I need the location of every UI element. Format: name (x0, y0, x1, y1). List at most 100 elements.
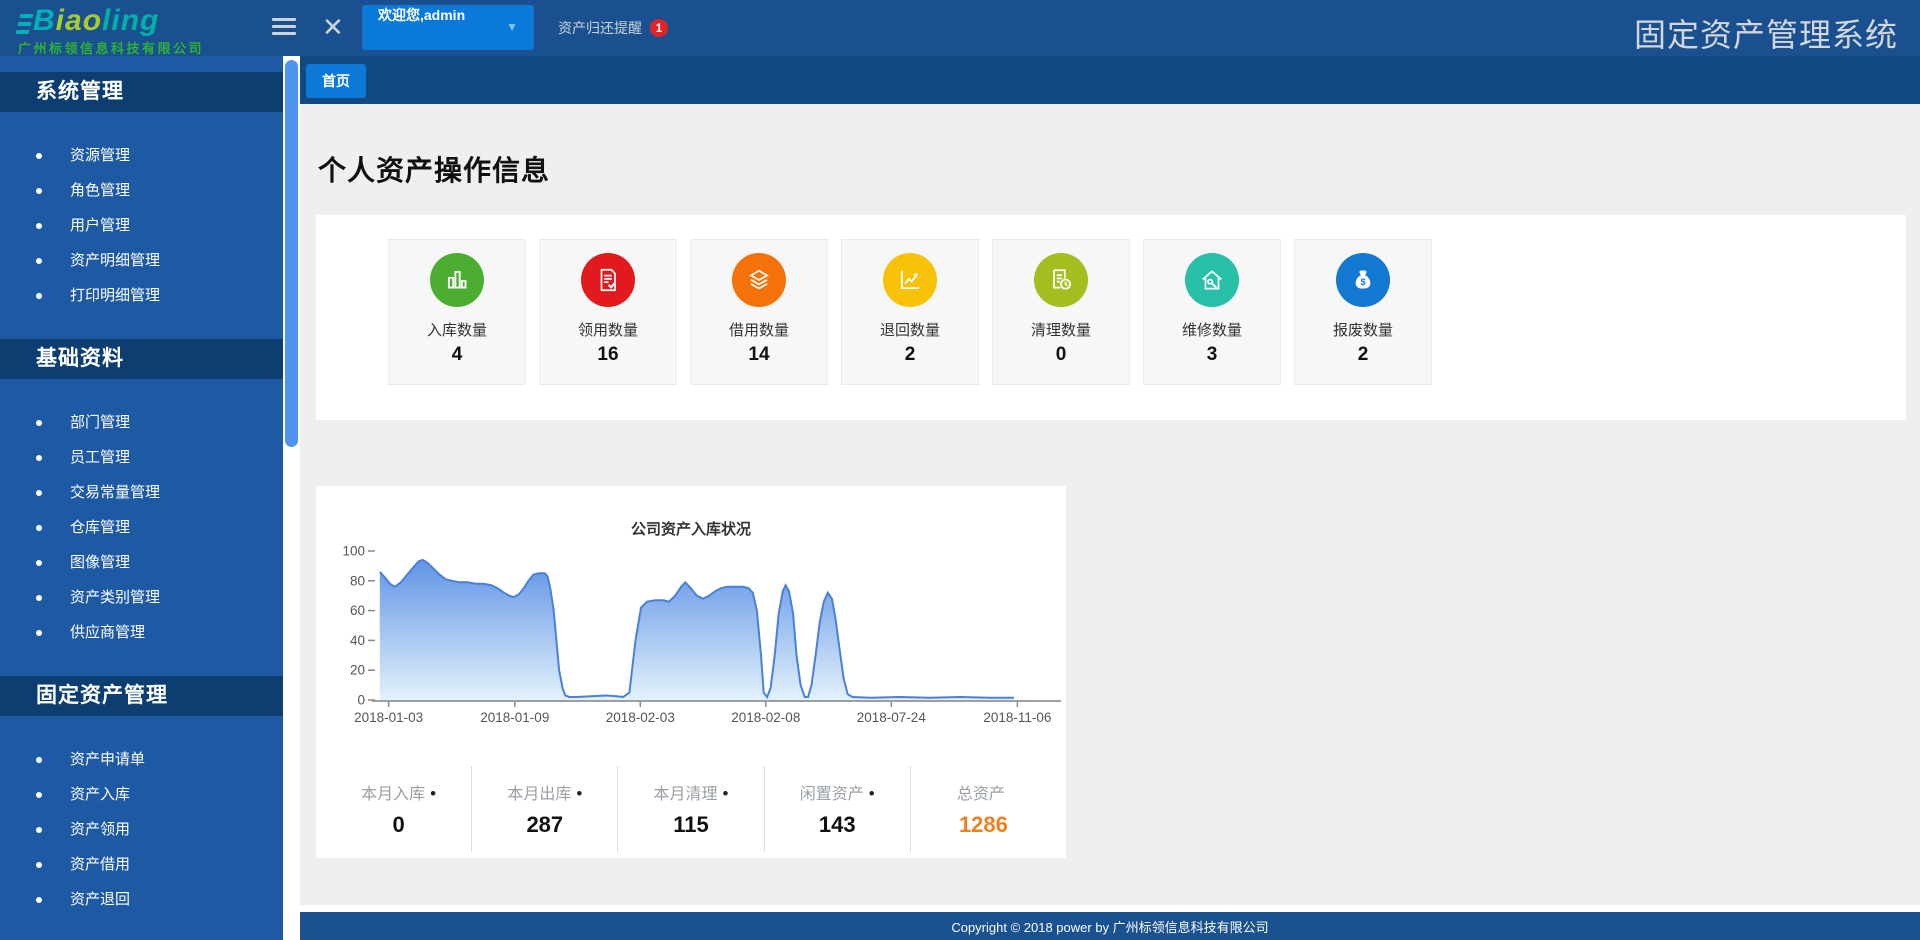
sidebar-item[interactable]: 资源管理 (0, 138, 283, 173)
stat-card-label: 报废数量 (1295, 319, 1431, 340)
chart-title: 公司资产入库状况 (316, 518, 1066, 539)
logo-letter-b: B (33, 6, 56, 36)
sidebar-item[interactable]: 资产类别管理 (0, 580, 283, 615)
sidebar-item[interactable]: 仓库管理 (0, 510, 283, 545)
reminder-label: 资产归还提醒 (558, 18, 642, 38)
stat-card: 借用数量 14 (690, 239, 828, 385)
summary-label: 本月出库 (507, 786, 571, 803)
stat-card: 退回数量 2 (841, 239, 979, 385)
stat-card-label: 清理数量 (993, 319, 1129, 340)
sidebar-item[interactable]: 用户管理 (0, 208, 283, 243)
home-wrench-icon (1185, 253, 1239, 307)
stat-card-value: 14 (691, 344, 827, 366)
sidebar-nav: 系统管理 资源管理 角色管理 用户管理 资产明细管理 打印明细管理 基础资料 部… (0, 56, 283, 940)
sidebar-section-title[interactable]: 基础资料 (0, 339, 283, 379)
sidebar-item[interactable]: 角色管理 (0, 173, 283, 208)
footer: Copyright © 2018 power by 广州标领信息科技有限公司 (300, 912, 1920, 940)
content-gap (300, 905, 1920, 912)
summary-dot: • (723, 784, 729, 803)
stat-card-value: 3 (1144, 344, 1280, 366)
summary-value: 1286 (911, 812, 1056, 838)
stat-card: 清理数量 0 (992, 239, 1130, 385)
summary-label: 本月入库 (361, 786, 425, 803)
top-header: Biaoling 广州标领信息科技有限公司 ✕ 欢迎您,admin ▼ 资产归还… (0, 0, 1920, 56)
sidebar-item[interactable]: 图像管理 (0, 545, 283, 580)
summary-label: 闲置资产 (800, 786, 864, 803)
brand-logo[interactable]: Biaoling 广州标领信息科技有限公司 (18, 4, 268, 54)
summary-label: 本月清理 (654, 786, 718, 803)
system-title: 固定资产管理系统 (1634, 10, 1898, 56)
svg-text:60: 60 (350, 603, 365, 618)
sidebar-item[interactable]: 资产明细管理 (0, 243, 283, 278)
menu-toggle-icon[interactable] (272, 18, 296, 38)
sidebar-section-items: 资源管理 角色管理 用户管理 资产明细管理 打印明细管理 (0, 138, 283, 313)
main-content: 个人资产操作信息 入库数量 4 领用数量 16 借用数量 14 退回数量 2 清… (300, 104, 1920, 905)
svg-text:40: 40 (350, 633, 365, 648)
sidebar-scrollbar-thumb[interactable] (285, 60, 298, 447)
logo-letters-ling: ling (102, 6, 159, 36)
summary-value: 287 (472, 812, 617, 838)
document-clock-icon (1034, 253, 1088, 307)
summary-item: 本月清理 • 115 (618, 766, 764, 852)
page-title: 个人资产操作信息 (318, 149, 550, 189)
sidebar-item[interactable]: 打印明细管理 (0, 278, 283, 313)
stat-card-value: 0 (993, 344, 1129, 366)
svg-text:80: 80 (350, 573, 365, 588)
sidebar-item[interactable]: 交易常量管理 (0, 475, 283, 510)
svg-text:2018-02-03: 2018-02-03 (606, 710, 675, 725)
stat-card: 入库数量 4 (388, 239, 526, 385)
summary-value: 143 (765, 812, 910, 838)
svg-text:$: $ (1360, 277, 1365, 287)
stat-card-value: 2 (1295, 344, 1431, 366)
stat-cards-band: 入库数量 4 领用数量 16 借用数量 14 退回数量 2 清理数量 0 维修数… (316, 215, 1906, 420)
sidebar-section-title[interactable]: 固定资产管理 (0, 676, 283, 716)
stat-card-label: 领用数量 (540, 319, 676, 340)
summary-item: 本月出库 • 287 (472, 766, 618, 852)
asset-return-reminder[interactable]: 资产归还提醒 1 (558, 14, 668, 42)
svg-text:100: 100 (342, 544, 365, 559)
sidebar-item[interactable]: 资产申请单 (0, 742, 283, 777)
tab-home[interactable]: 首页 (306, 64, 366, 98)
bar-chart-icon (430, 253, 484, 307)
stat-card: 领用数量 16 (539, 239, 677, 385)
sidebar-item[interactable]: 资产借用 (0, 847, 283, 882)
reminder-count-badge: 1 (650, 19, 668, 37)
summary-dot: • (576, 784, 582, 803)
summary-label: 总资产 (957, 786, 1005, 803)
money-bag-icon: $ (1336, 253, 1390, 307)
sidebar-section-items: 部门管理 员工管理 交易常量管理 仓库管理 图像管理 资产类别管理 供应商管理 (0, 405, 283, 650)
stat-card: 维修数量 3 (1143, 239, 1281, 385)
sidebar-item[interactable]: 资产领用 (0, 812, 283, 847)
svg-text:2018-02-08: 2018-02-08 (731, 710, 800, 725)
brand-logo-text: Biaoling (18, 4, 268, 36)
summary-value: 115 (618, 812, 763, 838)
sidebar-item[interactable]: 供应商管理 (0, 615, 283, 650)
welcome-admin-button[interactable]: 欢迎您,admin ▼ (362, 5, 534, 50)
stat-card-label: 退回数量 (842, 319, 978, 340)
sidebar-scrollbar[interactable] (283, 56, 300, 940)
summary-item: 闲置资产 • 143 (765, 766, 911, 852)
summary-dot: • (869, 784, 875, 803)
chart-panel: 公司资产入库状况 0204060801002018-01-032018-01-0… (316, 486, 1066, 858)
welcome-admin-label: 欢迎您,admin (378, 7, 465, 23)
company-name: 广州标领信息科技有限公司 (18, 38, 268, 57)
summary-row: 本月入库 • 0 本月出库 • 287 本月清理 • 115 闲置资产 • 143 总资… (326, 766, 1056, 852)
sidebar-item[interactable]: 员工管理 (0, 440, 283, 475)
sidebar-item[interactable]: 资产退回 (0, 882, 283, 917)
sidebar-item[interactable]: 资产入库 (0, 777, 283, 812)
stat-card-label: 入库数量 (389, 319, 525, 340)
sidebar-section-items: 资产申请单 资产入库 资产领用 资产借用 资产退回 (0, 742, 283, 917)
inbound-area-chart: 0204060801002018-01-032018-01-092018-02-… (335, 540, 1065, 725)
stat-card-value: 4 (389, 344, 525, 366)
sidebar-section-title[interactable]: 系统管理 (0, 72, 283, 112)
summary-value: 0 (326, 812, 471, 838)
svg-text:2018-01-03: 2018-01-03 (354, 710, 423, 725)
document-check-icon (581, 253, 635, 307)
stat-card-label: 维修数量 (1144, 319, 1280, 340)
app-window: Biaoling 广州标领信息科技有限公司 ✕ 欢迎您,admin ▼ 资产归还… (0, 0, 1920, 940)
stat-card-label: 借用数量 (691, 319, 827, 340)
tab-strip: 首页 (300, 56, 1920, 104)
sidebar-item[interactable]: 部门管理 (0, 405, 283, 440)
close-icon[interactable]: ✕ (322, 10, 344, 44)
summary-dot: • (430, 784, 436, 803)
